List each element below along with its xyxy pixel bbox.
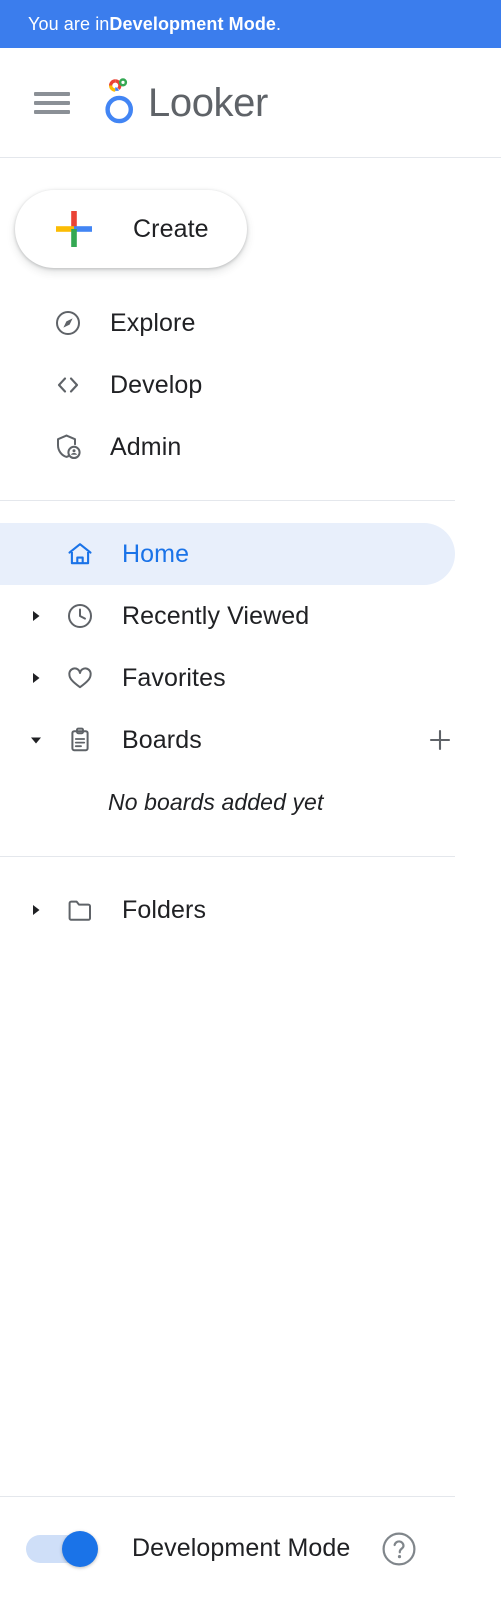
- divider-browse-folders: [0, 856, 455, 857]
- clock-icon: [60, 602, 100, 630]
- chevron-right-icon[interactable]: [14, 670, 58, 686]
- sidebar-item-label: Favorites: [122, 663, 226, 692]
- primary-nav: Explore Develop Admin: [0, 268, 501, 478]
- sidebar-item-label: Home: [122, 539, 190, 568]
- sidebar-item-label: Explore: [110, 308, 196, 337]
- sidebar-item-admin[interactable]: Admin: [0, 416, 501, 478]
- development-mode-banner: You are in Development Mode.: [0, 0, 501, 48]
- development-mode-toggle[interactable]: [26, 1530, 98, 1567]
- app-header: Looker: [0, 48, 501, 158]
- looker-logo-icon: [100, 76, 140, 130]
- brand-home-link[interactable]: Looker: [100, 76, 268, 130]
- sidebar-footer: Development Mode: [0, 1496, 455, 1600]
- banner-text-prefix: You are in: [28, 13, 110, 34]
- banner-text-suffix: .: [276, 13, 282, 34]
- sidebar-item-label: Folders: [122, 895, 207, 924]
- hamburger-bar: [34, 109, 70, 114]
- home-icon: [60, 540, 100, 568]
- browse-nav: Home Recently Viewed Favorites Boards No…: [0, 523, 501, 834]
- sidebar-item-label: Admin: [110, 432, 182, 461]
- sidebar-item-label: Recently Viewed: [122, 601, 310, 630]
- boards-empty-message: No boards added yet: [108, 789, 324, 815]
- compass-icon: [48, 310, 88, 336]
- sidebar-item-home[interactable]: Home: [0, 523, 455, 585]
- divider-primary-browse: [0, 500, 455, 501]
- create-button-area: Create: [0, 158, 501, 268]
- development-mode-label: Development Mode: [132, 1534, 351, 1562]
- add-board-button[interactable]: [423, 723, 457, 757]
- hamburger-bar: [34, 100, 70, 105]
- sidebar-item-develop[interactable]: Develop: [0, 354, 501, 416]
- looker-sidebar-app: You are in Development Mode. Looker Crea…: [0, 0, 501, 1600]
- sidebar-item-recently-viewed[interactable]: Recently Viewed: [0, 585, 501, 647]
- chevron-down-icon[interactable]: [14, 732, 58, 748]
- folder-icon: [60, 896, 100, 924]
- hamburger-bar: [34, 91, 70, 96]
- sidebar-item-boards[interactable]: Boards: [0, 709, 501, 771]
- sidebar-item-explore[interactable]: Explore: [0, 292, 501, 354]
- brand-name: Looker: [148, 80, 268, 125]
- help-circle-icon[interactable]: [380, 1530, 418, 1568]
- clipboard-icon: [60, 726, 100, 754]
- create-button-label: Create: [133, 214, 209, 243]
- folders-nav: Folders: [0, 879, 501, 941]
- create-button[interactable]: Create: [15, 190, 247, 268]
- google-plus-icon: [53, 208, 95, 250]
- toggle-knob: [62, 1530, 98, 1567]
- sidebar-item-folders[interactable]: Folders: [0, 879, 501, 941]
- banner-text-emphasis: Development Mode: [109, 13, 277, 34]
- hamburger-icon[interactable]: [34, 91, 70, 114]
- sidebar-item-label: Develop: [110, 370, 203, 399]
- sidebar-item-favorites[interactable]: Favorites: [0, 647, 501, 709]
- code-brackets-icon: [48, 372, 88, 398]
- heart-icon: [60, 664, 100, 692]
- sidebar-item-label: Boards: [122, 725, 202, 754]
- chevron-right-icon[interactable]: [14, 608, 58, 624]
- chevron-right-icon[interactable]: [14, 902, 58, 918]
- shield-person-icon: [48, 433, 88, 461]
